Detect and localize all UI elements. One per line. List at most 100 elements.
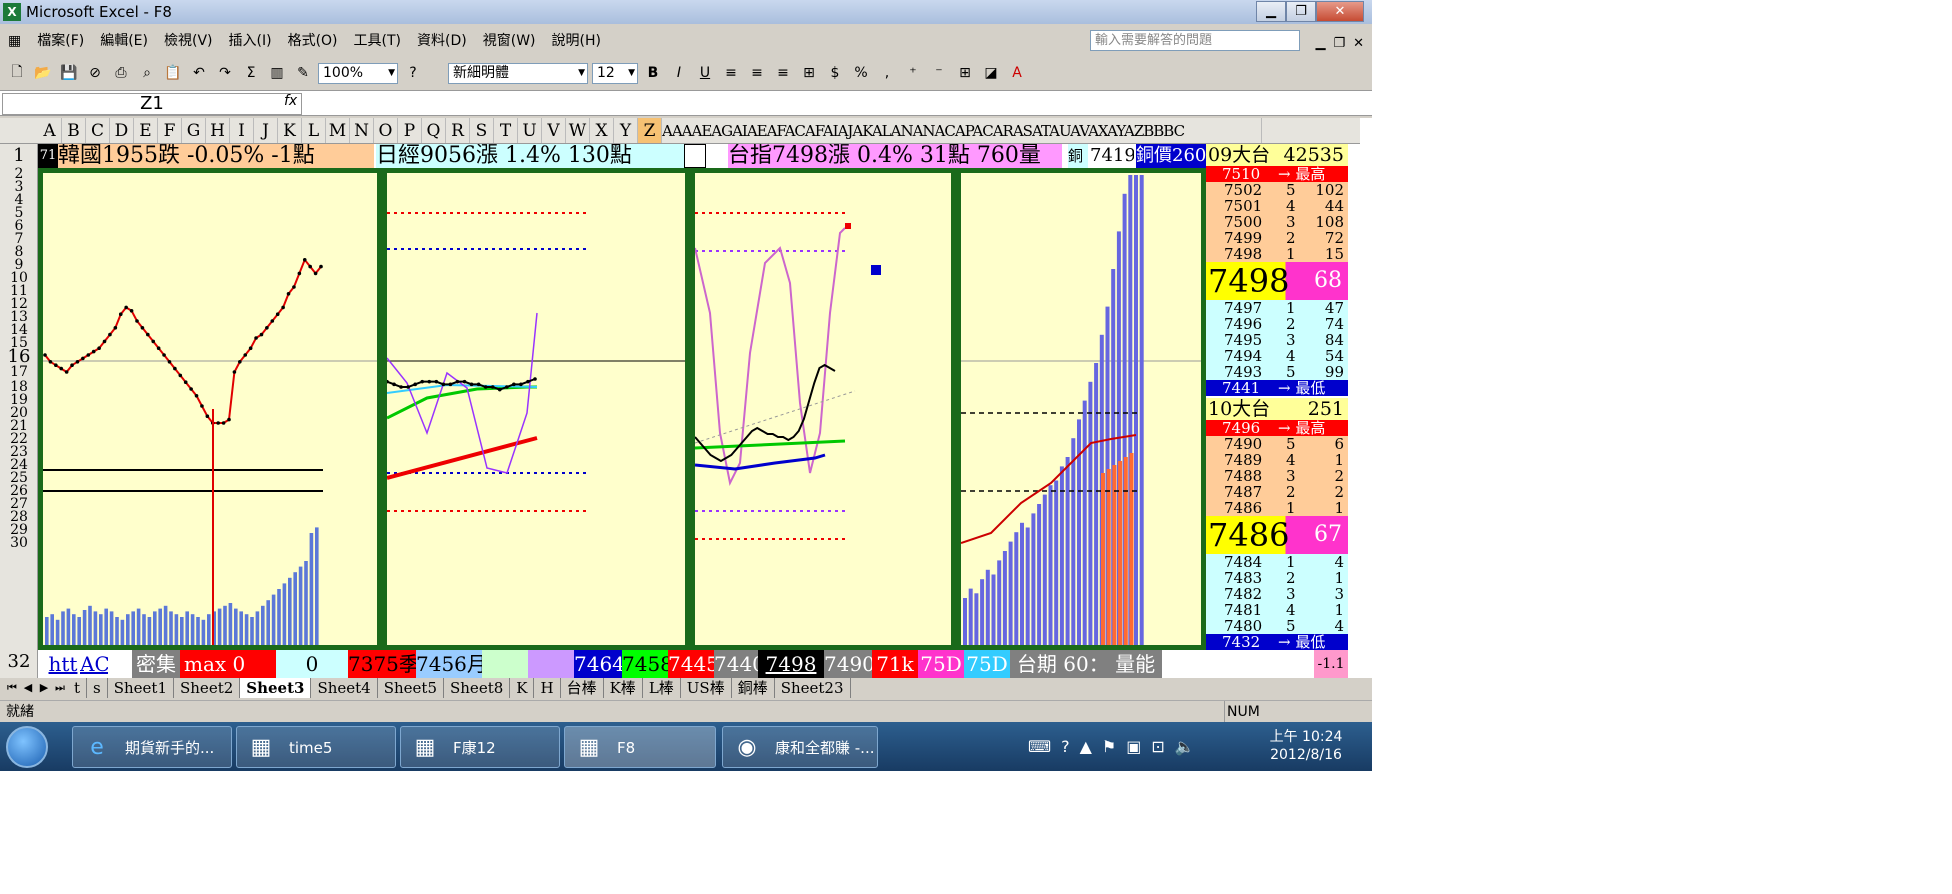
column-header[interactable]: A [38,118,62,143]
restore-icon[interactable]: ❐ [1286,1,1316,22]
sheet-tab[interactable]: H [534,678,561,698]
menu-insert[interactable]: 插入(I) [221,28,280,54]
sheet-tab[interactable]: US棒 [681,678,732,698]
sheet-tab[interactable]: 台棒 [561,678,604,698]
fx-icon[interactable]: fx [284,93,297,109]
network-icon[interactable]: ⊡ [1151,737,1164,756]
percent-icon[interactable]: % [850,62,872,84]
column-header[interactable]: T [494,118,518,143]
column-header[interactable]: R [446,118,470,143]
keyboard-icon[interactable]: ⌨ [1028,737,1051,756]
column-header[interactable]: I [230,118,254,143]
print-icon[interactable]: ⎙ [110,62,132,84]
sheet-tab[interactable]: L棒 [643,678,681,698]
show-hidden-icon[interactable]: ▲ [1080,737,1092,756]
row-header[interactable]: 32 [0,650,38,674]
clock[interactable]: 上午 10:24 2012/8/16 [1264,728,1348,764]
help-icon[interactable]: ? [402,62,424,84]
row-header[interactable]: 1 [0,144,38,168]
column-header[interactable]: N [350,118,374,143]
sheet-tab[interactable]: Sheet8 [444,678,511,698]
link-ac[interactable]: AC [80,650,108,678]
help-tray-icon[interactable]: ? [1061,737,1070,756]
column-header[interactable]: O [374,118,398,143]
name-box[interactable]: Z1 [2,93,302,115]
sheet-tab[interactable]: K [510,678,535,698]
align-right-icon[interactable]: ≡ [772,62,794,84]
research-icon[interactable]: ⌕ [136,62,158,84]
permission-icon[interactable]: ⊘ [84,62,106,84]
font-color-icon[interactable]: A [1006,62,1028,84]
redo-icon[interactable]: ↷ [214,62,236,84]
column-header[interactable]: V [542,118,566,143]
link-htt[interactable]: htt [48,650,78,678]
row-header[interactable]: 16 [0,348,38,366]
start-button[interactable] [6,726,48,768]
spreadsheet-grid[interactable]: A B C D E F G H I J K L M N O P Q R S T U V W X Y Z AAAAEAGAIAEAFA… [0,118,1372,678]
column-header[interactable]: S [470,118,494,143]
sheet-tab[interactable]: Sheet23 [775,678,851,698]
undo-icon[interactable]: ↶ [188,62,210,84]
sheet-tab[interactable]: Sheet5 [378,678,444,698]
sheet-tab[interactable]: K棒 [604,678,643,698]
task-ie[interactable]: e 期貨新手的... [72,726,232,768]
prev-sheet-icon[interactable]: ◀ [20,678,36,698]
close-icon[interactable]: ✕ [1316,1,1364,22]
selected-cell-z1[interactable] [684,144,706,168]
underline-icon[interactable]: U [694,62,716,84]
column-header[interactable]: K [278,118,302,143]
increase-decimal-icon[interactable]: ⁺ [902,62,924,84]
column-header[interactable]: X [590,118,614,143]
drawing-icon[interactable]: ✎ [292,62,314,84]
column-header[interactable]: J [254,118,278,143]
currency-icon[interactable]: $ [824,62,846,84]
sheet-tab[interactable]: Sheet4 [311,678,378,698]
menu-view[interactable]: 檢視(V) [156,28,221,54]
next-sheet-icon[interactable]: ▶ [36,678,52,698]
row-header[interactable]: 17 [0,365,38,379]
column-header[interactable]: P [398,118,422,143]
column-header[interactable]: M [326,118,350,143]
bold-icon[interactable]: B [642,62,664,84]
volume-icon[interactable]: 🔈 [1175,737,1195,756]
merge-icon[interactable]: ⊞ [798,62,820,84]
sheet-tab[interactable]: Sheet3 [240,678,312,698]
fill-color-icon[interactable]: ◪ [980,62,1002,84]
column-header[interactable]: W [566,118,590,143]
row-header[interactable]: 30 [0,536,38,550]
font-select[interactable]: 新細明體 [448,62,588,84]
column-header[interactable]: F [158,118,182,143]
column-header[interactable]: G [182,118,206,143]
task-f8[interactable]: ▦ F8 [564,726,716,768]
sheet-tab[interactable]: t [68,678,88,698]
minimize-icon[interactable]: ▁ [1256,1,1286,22]
column-header[interactable]: B [62,118,86,143]
paste-icon[interactable]: 📋 [162,62,184,84]
menu-format[interactable]: 格式(O) [280,28,346,54]
column-header[interactable]: H [206,118,230,143]
doc-close-icon[interactable]: ✕ [1353,31,1364,57]
sheet-tab[interactable]: Sheet2 [174,678,241,698]
open-icon[interactable]: 📂 [32,62,54,84]
menu-data[interactable]: 資料(D) [409,28,475,54]
device-icon[interactable]: ▣ [1126,737,1141,756]
task-concord[interactable]: ◉ 康和全都賺 -... [722,726,878,768]
doc-minimize-icon[interactable]: ▁ [1315,31,1325,57]
doc-restore-icon[interactable]: ❐ [1333,31,1345,57]
comma-icon[interactable]: , [876,62,898,84]
column-header[interactable]: Q [422,118,446,143]
font-size-select[interactable]: 12 [592,62,638,84]
chart-wizard-icon[interactable]: ▥ [266,62,288,84]
borders-icon[interactable]: ⊞ [954,62,976,84]
menu-excel-icon[interactable]: ▦ [0,28,29,54]
menu-tools[interactable]: 工具(T) [346,28,409,54]
zoom-select[interactable]: 100% [318,62,398,84]
column-header[interactable]: L [302,118,326,143]
last-sheet-icon[interactable]: ⏭ [52,678,68,698]
new-icon[interactable]: 🗋 [6,62,28,84]
menu-edit[interactable]: 編輯(E) [92,28,156,54]
sheet-tab[interactable]: Sheet1 [108,678,174,698]
column-header[interactable]: U [518,118,542,143]
autosum-icon[interactable]: Σ [240,62,262,84]
task-f12[interactable]: ▦ F康12 [400,726,560,768]
